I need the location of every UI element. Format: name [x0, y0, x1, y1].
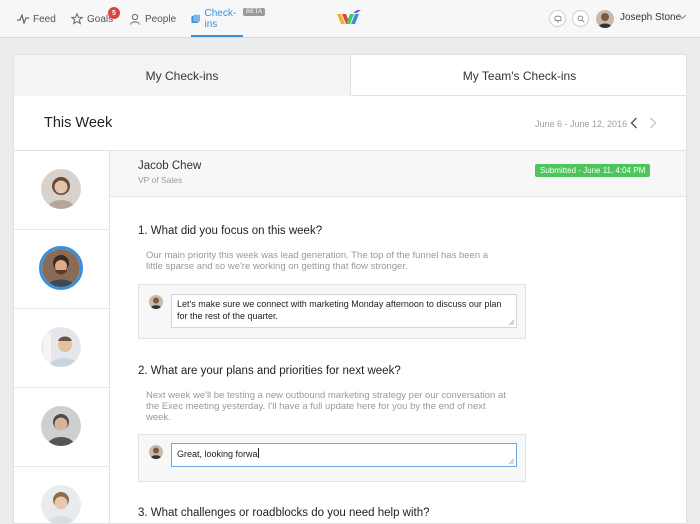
goals-count-badge: 5 [108, 7, 120, 19]
team-member-item[interactable] [14, 151, 109, 230]
team-member-avatar [41, 169, 81, 209]
team-member-list [14, 151, 110, 523]
comment-author-avatar-image [149, 295, 163, 309]
week-title: This Week [44, 115, 113, 131]
checkins-tabs: My Check-ins My Team's Check-ins [14, 55, 686, 96]
search-button[interactable] [572, 10, 589, 27]
tab-team-checkins[interactable]: My Team's Check-ins [351, 55, 686, 96]
checkin-icon [191, 14, 201, 23]
team-member-item[interactable] [14, 388, 109, 467]
team-member-avatar-image [41, 406, 81, 446]
week-range: June 6 - June 12, 2016 [535, 119, 628, 129]
nav-checkins[interactable]: Check-ins [191, 0, 243, 38]
top-nav: Feed Goals 5 People Check-ins BETA Josep… [0, 0, 700, 38]
user-avatar[interactable] [596, 10, 614, 28]
answer-1: Our main priority this week was lead gen… [146, 250, 489, 272]
nav-feed-label: Feed [33, 13, 56, 25]
team-member-item[interactable] [14, 309, 109, 388]
status-badge: Submitted - June 11, 4:04 PM [535, 164, 651, 177]
comment-box-1: Let's make sure we connect with marketin… [138, 284, 526, 339]
resize-grip-icon[interactable] [509, 459, 514, 464]
nav-feed[interactable]: Feed [17, 0, 56, 38]
comment-input-2[interactable]: Great, looking forwa [171, 443, 517, 467]
team-member-avatar-image [41, 485, 81, 523]
resize-grip-icon[interactable] [509, 320, 514, 325]
team-member-avatar-selected [39, 246, 83, 290]
comment-text-2: Great, looking forwa [177, 449, 258, 459]
person-name[interactable]: Jacob Chew [138, 160, 201, 172]
team-member-item-selected[interactable] [14, 230, 109, 309]
chevron-left-icon[interactable] [630, 117, 638, 129]
comment-author-avatar [149, 295, 163, 309]
comment-author-avatar [149, 445, 163, 459]
checkin-detail: Jacob Chew VP of Sales Submitted - June … [110, 151, 686, 523]
comment-input-1[interactable]: Let's make sure we connect with marketin… [171, 294, 517, 328]
person-title: VP of Sales [138, 175, 183, 185]
question-1: 1. What did you focus on this week? [138, 225, 323, 237]
team-member-avatar-image [42, 249, 80, 287]
question-2: 2. What are your plans and priorities fo… [138, 365, 401, 377]
checkins-panel: My Check-ins My Team's Check-ins This We… [13, 54, 687, 524]
notifications-button[interactable] [549, 10, 566, 27]
comment-author-avatar-image [149, 445, 163, 459]
tab-my-checkins[interactable]: My Check-ins [14, 55, 351, 96]
activity-icon [17, 14, 29, 24]
nav-people[interactable]: People [129, 0, 176, 38]
star-icon [71, 13, 83, 25]
text-cursor [257, 448, 259, 458]
chevron-down-icon[interactable] [678, 14, 687, 20]
question-3: 3. What challenges or roadblocks do you … [138, 507, 430, 519]
app-logo [337, 10, 361, 24]
team-member-avatar [41, 485, 81, 523]
user-avatar-image [596, 10, 614, 28]
person-icon [130, 13, 140, 25]
team-member-avatar-image [41, 327, 81, 367]
beta-tag: BETA [243, 8, 266, 16]
nav-checkins-label: Check-ins [204, 8, 237, 30]
comment-box-2: Great, looking forwa [138, 434, 526, 482]
nav-goals[interactable]: Goals [71, 0, 113, 38]
team-member-item[interactable] [14, 467, 109, 523]
chevron-right-icon[interactable] [649, 117, 657, 129]
bell-icon [554, 15, 561, 23]
comment-text-1: Let's make sure we connect with marketin… [177, 299, 502, 321]
answer-2: Next week we'll be testing a new outboun… [146, 390, 506, 423]
person-header: Jacob Chew VP of Sales Submitted - June … [110, 151, 686, 197]
team-member-avatar [41, 327, 81, 367]
team-member-avatar [41, 406, 81, 446]
team-member-avatar-image [41, 169, 81, 209]
user-name[interactable]: Joseph Stone [620, 12, 681, 23]
search-icon [577, 15, 585, 23]
nav-people-label: People [145, 13, 177, 25]
week-header: This Week June 6 - June 12, 2016 [14, 96, 686, 151]
